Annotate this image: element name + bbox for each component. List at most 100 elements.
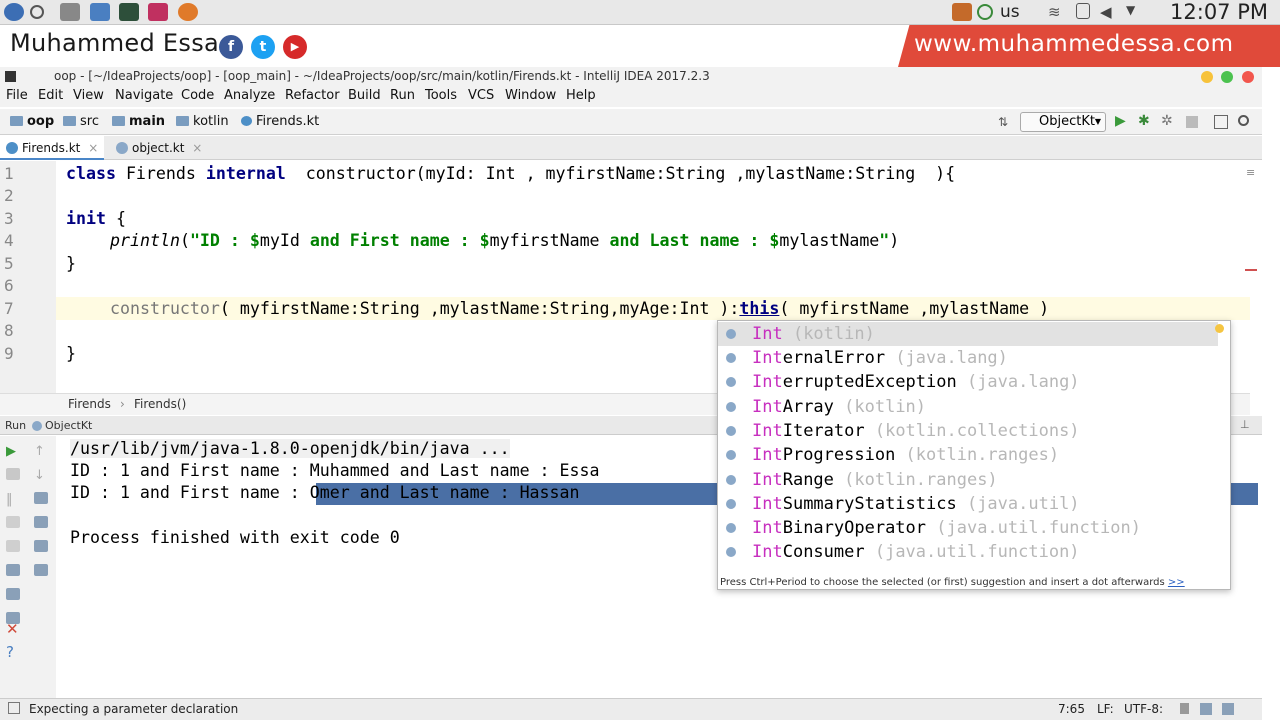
stop-icon[interactable] [1186,116,1198,128]
search-icon[interactable] [30,5,44,19]
down-arrow-icon[interactable]: ↓ [34,468,48,483]
menu-tools[interactable]: Tools [425,88,457,103]
close-icon[interactable]: × [88,141,98,155]
breadcrumb-main[interactable]: main [112,114,165,129]
firefox-icon[interactable] [178,3,198,21]
menu-window[interactable]: Window [505,88,556,103]
menu-code[interactable]: Code [181,88,214,103]
menu-build[interactable]: Build [348,88,381,103]
breadcrumb-file[interactable]: Firends.kt [241,114,319,129]
print-icon[interactable] [34,540,48,552]
close-icon[interactable]: ✕ [6,620,20,638]
run-configuration-select[interactable]: ObjectKt ▼ [1020,112,1106,132]
maximize-button[interactable] [1221,71,1233,83]
bulb-icon[interactable] [1215,324,1224,333]
editor-scroll-marker[interactable]: ≡ [1246,166,1255,179]
completion-item[interactable]: IntBinaryOperator (java.util.function) [718,516,1218,540]
breadcrumb-src[interactable]: src [63,114,99,129]
menu-view[interactable]: View [73,88,104,103]
completion-item[interactable]: IntConsumer (java.util.function) [718,540,1218,564]
wifi-icon[interactable]: ≋ [1048,3,1068,21]
menu-refactor[interactable]: Refactor [285,88,340,103]
build-icon[interactable]: ⇅ [998,115,1012,129]
console-line: Process finished with exit code 0 [70,528,400,547]
lock-icon[interactable] [1180,703,1189,714]
exit-icon[interactable] [6,540,20,552]
breadcrumb-member[interactable]: Firends() [134,397,186,411]
search-icon[interactable] [1238,115,1249,126]
youtube-icon[interactable]: ▶ [283,35,307,59]
tab-firends[interactable]: Firends.kt × [0,136,105,160]
fedora-logo-icon[interactable] [4,3,24,21]
breadcrumb-oop[interactable]: oop [10,114,54,129]
run-icon[interactable]: ▶ [1115,113,1126,129]
completion-item[interactable]: InternalError (java.lang) [718,346,1218,370]
code-line-1: class Firends internal constructor(myId:… [66,164,956,183]
scroll-end-icon[interactable] [34,516,48,528]
completion-item[interactable]: IntArray (kotlin) [718,395,1218,419]
files-icon[interactable] [90,3,110,21]
breadcrumb-kotlin[interactable]: kotlin [176,114,229,129]
pause-icon[interactable]: ‖ [6,492,20,507]
minimize-button[interactable] [1201,71,1213,83]
clock[interactable]: 12:07 PM [1170,0,1268,25]
completion-item[interactable]: IntIterator (kotlin.collections) [718,419,1218,443]
breadcrumb-class[interactable]: Firends [68,397,111,411]
tool-windows-icon[interactable] [8,702,20,714]
line-number: 5 [4,254,14,273]
tab-object[interactable]: object.kt × [110,136,208,160]
event-log-icon[interactable] [1222,703,1234,715]
help-icon[interactable]: ? [6,643,20,661]
chevron-down-icon[interactable]: ▼ [1126,3,1146,21]
coverage-icon[interactable]: ✲ [1161,113,1173,129]
website-url[interactable]: www.muhammedessa.com [914,31,1234,57]
menu-vcs[interactable]: VCS [468,88,494,103]
terminal-icon[interactable] [119,3,139,21]
code-completion-popup[interactable]: Int (kotlin) InternalError (java.lang) I… [717,320,1231,590]
line-separator[interactable]: LF: [1097,702,1114,716]
clear-icon[interactable] [34,564,48,576]
hint-link[interactable]: >> [1168,577,1185,588]
completion-item[interactable]: IntRange (kotlin.ranges) [718,468,1218,492]
error-stripe-marker[interactable] [1245,269,1257,271]
volume-icon[interactable]: ◀ [1100,3,1120,21]
class-icon [726,377,736,387]
dump-icon[interactable] [6,516,20,528]
completion-item[interactable]: IntProgression (kotlin.ranges) [718,443,1218,467]
cloud-icon[interactable] [977,4,993,20]
rerun-icon[interactable]: ▶ [6,444,20,459]
close-window-button[interactable] [1242,71,1254,83]
completion-item[interactable]: InterruptedException (java.lang) [718,370,1218,394]
run-tab[interactable]: ObjectKt [45,419,92,432]
facebook-icon[interactable]: f [219,35,243,59]
inspector-icon[interactable] [1200,703,1212,715]
menu-run[interactable]: Run [390,88,415,103]
project-structure-icon[interactable] [1214,115,1228,129]
menu-help[interactable]: Help [566,88,596,103]
menu-navigate[interactable]: Navigate [115,88,173,103]
close-icon[interactable]: × [192,141,202,155]
layout-icon[interactable] [6,564,20,576]
twitter-icon[interactable]: t [251,35,275,59]
up-arrow-icon[interactable]: ↑ [34,444,48,459]
pin-icon[interactable] [6,588,20,600]
menu-edit[interactable]: Edit [38,88,63,103]
console-line[interactable]: /usr/lib/jvm/java-1.8.0-openjdk/bin/java… [70,439,510,458]
app-tray-icon[interactable] [952,3,972,21]
completion-item[interactable]: Int (kotlin) [718,322,1218,346]
file-encoding[interactable]: UTF-8: [1124,702,1163,716]
menu-file[interactable]: File [6,88,28,103]
keyboard-layout[interactable]: us [1000,0,1020,25]
code-line-7: constructor( myfirstName:String ,mylastN… [110,299,1050,318]
soft-wrap-icon[interactable] [34,492,48,504]
completion-item[interactable]: IntSummaryStatistics (java.util) [718,492,1218,516]
folder-icon [176,116,189,126]
clipboard-icon[interactable] [1076,3,1090,19]
show-desktop-icon[interactable] [60,3,80,21]
hide-panel-icon[interactable]: ⊥ [1240,418,1250,431]
stop-icon[interactable] [6,468,20,480]
caret-position[interactable]: 7:65 [1058,702,1085,716]
debug-icon[interactable]: ✱ [1138,113,1150,129]
intellij-icon[interactable] [148,3,168,21]
menu-analyze[interactable]: Analyze [224,88,275,103]
